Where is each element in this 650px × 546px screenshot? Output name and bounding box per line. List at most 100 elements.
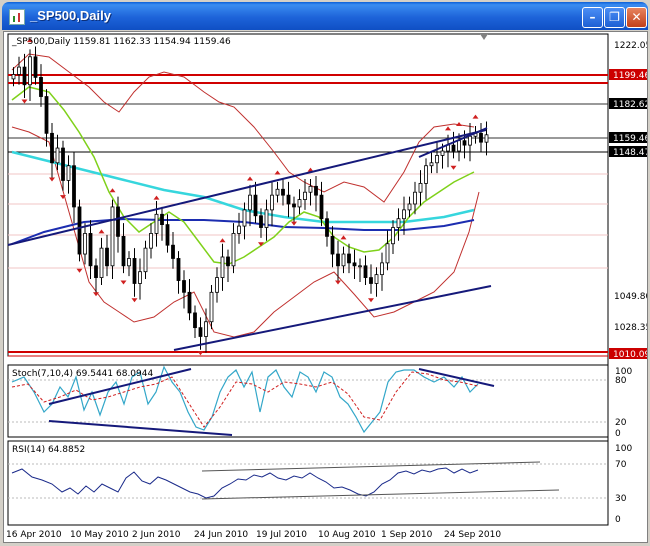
candle-body: [402, 209, 406, 220]
candle-body: [297, 199, 302, 208]
candle-body: [193, 312, 197, 329]
candle-body: [429, 162, 434, 167]
stoch-tick: 0: [615, 429, 621, 439]
candle-body: [105, 247, 109, 267]
candle-body: [435, 155, 439, 164]
candle-body: [303, 191, 307, 200]
candle-body: [286, 194, 291, 205]
minimize-icon: –: [589, 10, 596, 24]
price-tag: 1159.46: [613, 134, 647, 144]
date-axis: 16 Apr 2010 10 May 2010 2 Jun 2010 24 Ju…: [6, 530, 501, 540]
rsi-header: RSI(14) 64.8852: [12, 445, 85, 455]
rsi-tick: 70: [615, 460, 627, 470]
candle-body: [127, 258, 131, 267]
candle-body: [198, 327, 203, 337]
restore-icon: ❐: [609, 10, 620, 24]
candle-body: [391, 227, 395, 245]
rsi-tick: 100: [615, 444, 632, 454]
candle-body: [154, 213, 159, 234]
candle-body: [226, 256, 230, 267]
candle-body: [182, 280, 186, 293]
chart-window: _SP500,Daily – ❐ ✕ _SP500,Daily 1159.81 …: [0, 0, 650, 545]
candle-body: [418, 182, 423, 193]
stoch-tick: 20: [615, 418, 627, 428]
candle-body: [407, 203, 412, 211]
candle-body: [413, 191, 417, 205]
candle-body: [149, 233, 153, 249]
candle-body: [424, 165, 428, 184]
candle-body: [121, 235, 126, 267]
candle-body: [374, 274, 379, 284]
date-tick: 19 Jul 2010: [256, 530, 307, 540]
close-icon: ✕: [631, 10, 642, 24]
date-tick: 10 Aug 2010: [318, 530, 376, 540]
candle-body: [94, 265, 98, 278]
candle-body: [385, 243, 390, 264]
candle-body: [248, 194, 252, 211]
price-tag: 1148.47: [613, 148, 647, 158]
candle-body: [440, 150, 445, 156]
candle-body: [237, 225, 241, 234]
candle-body: [116, 206, 120, 237]
candle-body: [369, 277, 373, 284]
candle-body: [253, 194, 258, 217]
rsi-tick: 30: [615, 494, 627, 504]
candle-body: [451, 144, 456, 152]
candle-body: [347, 253, 351, 264]
chart-area[interactable]: _SP500,Daily 1159.81 1162.33 1154.94 115…: [3, 31, 650, 543]
stoch-header: Stoch(7,10,4) 69.5441 68.0944: [12, 369, 153, 379]
candle-body: [396, 218, 401, 228]
date-tick: 2 Jun 2010: [132, 530, 181, 540]
candle-body: [61, 147, 65, 181]
candle-body: [165, 224, 170, 246]
price-header: _SP500,Daily 1159.81 1162.33 1154.94 115…: [11, 37, 231, 47]
minimize-button[interactable]: –: [582, 7, 603, 28]
price-tick: 1222.05: [614, 41, 647, 51]
candle-body: [132, 258, 137, 284]
chart-app-icon: [9, 9, 25, 25]
candle-body: [215, 277, 219, 293]
candle-body: [44, 96, 49, 134]
price-tag: 1199.46: [613, 71, 647, 81]
candle-body: [11, 74, 16, 80]
candle-body: [99, 247, 104, 278]
candle-body: [468, 135, 472, 146]
candle-body: [479, 132, 483, 143]
title-bar[interactable]: _SP500,Daily – ❐ ✕: [2, 2, 648, 30]
candle-body: [187, 291, 192, 314]
candle-body: [138, 271, 142, 284]
candle-body: [292, 203, 296, 208]
candle-body: [308, 185, 313, 193]
date-tick: 24 Sep 2010: [444, 530, 501, 540]
candle-body: [176, 258, 181, 281]
candle-body: [204, 321, 208, 337]
date-tick: 1 Sep 2010: [381, 530, 433, 540]
candle-body: [314, 185, 318, 196]
candle-body: [380, 262, 384, 276]
candle-body: [457, 140, 461, 152]
candle-body: [66, 165, 71, 181]
candle-body: [220, 256, 225, 278]
candle-body: [160, 213, 164, 225]
candle-body: [39, 77, 43, 97]
candle-body: [319, 194, 324, 220]
chart-canvas[interactable]: _SP500,Daily 1159.81 1162.33 1154.94 115…: [4, 32, 650, 542]
candle-body: [242, 209, 247, 227]
candle-body: [341, 253, 346, 267]
restore-button[interactable]: ❐: [604, 7, 625, 28]
candle-body: [259, 215, 263, 228]
candle-body: [336, 253, 340, 267]
candle-body: [281, 188, 285, 196]
candle-body: [209, 291, 214, 323]
date-tick: 16 Apr 2010: [6, 530, 62, 540]
price-axis: 1222.05 1199.46 1182.62 1159.46 1148.47 …: [609, 41, 650, 360]
rsi-tick: 0: [615, 515, 621, 525]
close-button[interactable]: ✕: [626, 7, 647, 28]
candle-body: [143, 247, 148, 273]
price-tick: 1049.80: [614, 292, 647, 302]
price-tag: 1182.62: [613, 100, 647, 110]
candle-body: [22, 66, 27, 86]
candle-body: [358, 265, 362, 268]
rsi-panel: [7, 440, 609, 526]
candle-body: [325, 218, 329, 237]
